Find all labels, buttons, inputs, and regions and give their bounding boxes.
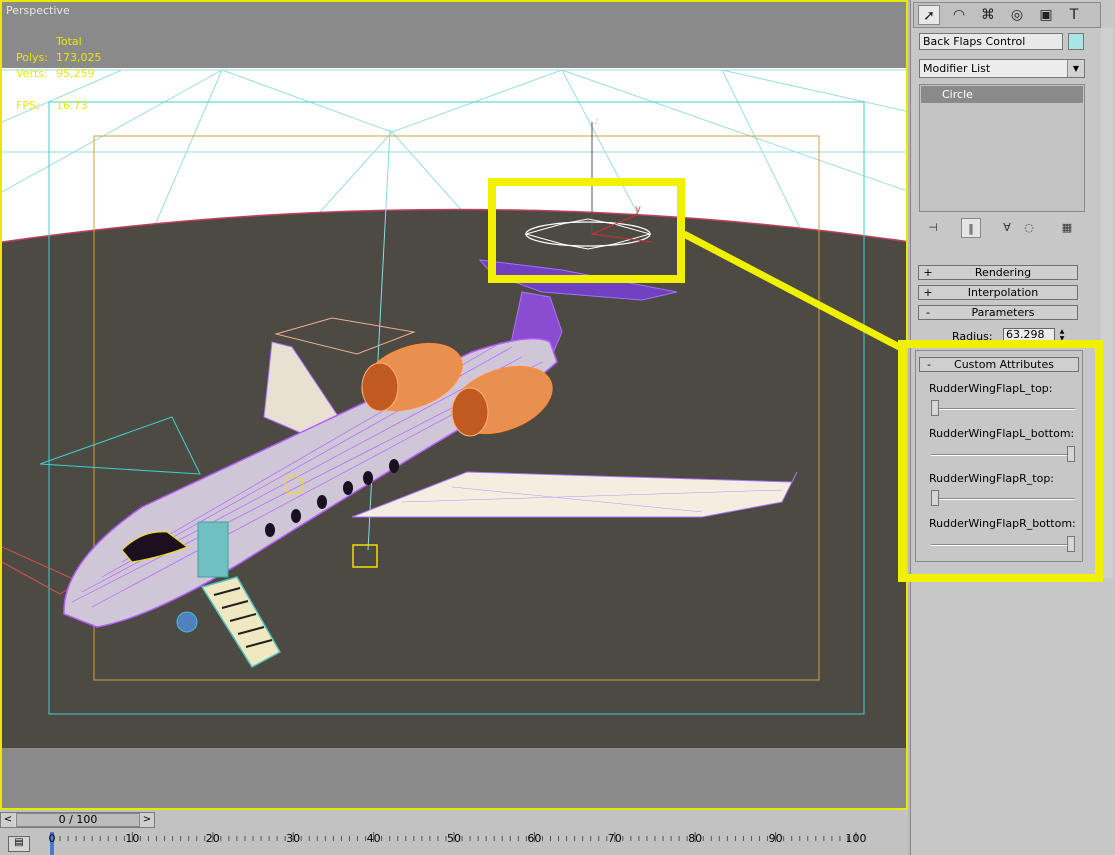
viewport-label[interactable]: Perspective	[6, 4, 70, 17]
rollout-interpolation-title: Interpolation	[967, 286, 1039, 299]
polys-key: Polys:	[16, 51, 48, 64]
rollout-parameters-sign: -	[926, 306, 930, 319]
configure-sets-icon[interactable]: ▦	[1057, 218, 1077, 238]
pin-stack-icon[interactable]: ⊣	[923, 218, 943, 238]
stats-polys: Polys: 173,025	[16, 50, 102, 66]
gizmo-highlight-box	[488, 178, 685, 283]
verts-key: Verts:	[16, 67, 48, 80]
stats-verts: Verts: 95,259	[16, 66, 95, 82]
rollout-parameters-title: Parameters	[971, 306, 1035, 319]
gizmo-z-label: z	[594, 116, 600, 127]
frame-tick-label: 50	[447, 832, 461, 845]
perspective-viewport[interactable]: Perspective Total Polys: 173,025 Verts: 95…	[0, 0, 908, 810]
frame-tick-label: 40	[366, 832, 381, 845]
rollout-rendering-sign: +	[923, 266, 933, 279]
frame-tick-label: 100	[845, 832, 867, 845]
object-name-field[interactable]: Back Flaps Control	[919, 33, 1063, 50]
create-icon[interactable]: ➚	[918, 5, 940, 25]
time-prev-button[interactable]: <	[1, 813, 15, 827]
rollout-interpolation-sign: +	[923, 286, 933, 299]
frame-tick-label: 70	[607, 832, 622, 845]
stats-header: Total	[56, 35, 82, 48]
frame-tick-label: 20	[205, 832, 220, 845]
chevron-down-icon[interactable]: ▼	[1067, 60, 1084, 77]
display-icon[interactable]: ▣	[1035, 5, 1057, 25]
frame-tick-label: 0	[48, 832, 56, 845]
trackbar-toggle-icon[interactable]: ▤	[8, 836, 30, 852]
verts-value: 95,259	[56, 67, 95, 80]
rollout-interpolation[interactable]: + Interpolation	[918, 285, 1078, 300]
hierarchy-icon[interactable]: ⌘	[977, 5, 999, 25]
modifier-list-dropdown[interactable]: Modifier List ▼	[919, 59, 1085, 78]
fps-key: FPS:	[16, 99, 40, 112]
stack-toolbar: ⊣ ‖ ∀ ◌ ▦	[919, 218, 1089, 238]
rollout-parameters[interactable]: - Parameters	[918, 305, 1078, 320]
object-color-swatch[interactable]	[1068, 33, 1084, 50]
motion-icon[interactable]: ◎	[1006, 5, 1028, 25]
time-next-button[interactable]: >	[140, 813, 154, 827]
modifier-stack[interactable]: Circle	[919, 84, 1085, 212]
make-unique-icon[interactable]: ∀	[997, 218, 1017, 238]
remove-modifier-icon[interactable]: ◌	[1019, 218, 1039, 238]
command-panel-tabs: ➚ ◠ ⌘ ◎ ▣ T	[913, 2, 1101, 28]
custom-attributes-highlight-box	[898, 340, 1103, 582]
frame-tick-label: 60	[527, 832, 542, 845]
rollout-rendering[interactable]: + Rendering	[918, 265, 1078, 280]
modifier-list-label: Modifier List	[923, 62, 991, 75]
frame-tick-label: 10	[125, 832, 140, 845]
fps-value: 16.73	[56, 99, 88, 112]
stack-item-circle[interactable]: Circle	[921, 86, 1083, 103]
viewport-scene	[2, 2, 906, 808]
show-end-result-icon[interactable]: ‖	[961, 218, 981, 238]
time-slider[interactable]: < 0 / 100 >	[0, 812, 155, 828]
utilities-icon[interactable]: T	[1063, 5, 1085, 25]
time-slider-thumb[interactable]: 0 / 100	[16, 813, 140, 827]
frame-tick-label: 90	[768, 832, 783, 845]
rollout-rendering-title: Rendering	[974, 266, 1032, 279]
polys-value: 173,025	[56, 51, 102, 64]
modify-icon[interactable]: ◠	[948, 5, 970, 25]
frame-tick-label: 30	[286, 832, 301, 845]
stats-fps: FPS: 16.73	[16, 98, 88, 114]
frame-tick-label: 80	[688, 832, 703, 845]
